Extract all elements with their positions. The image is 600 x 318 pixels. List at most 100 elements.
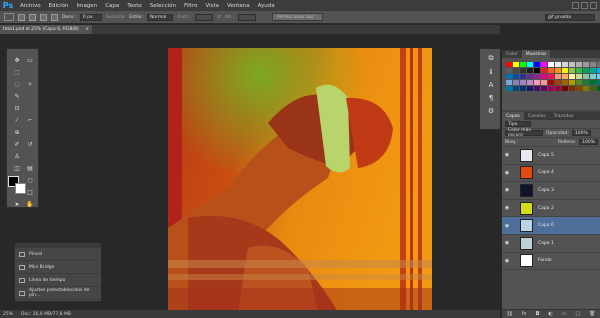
swatch[interactable]	[583, 86, 589, 91]
layer-row[interactable]: ◉ Fondo	[502, 253, 600, 271]
menu-edicion[interactable]: Edición	[45, 3, 73, 9]
swatch[interactable]	[506, 86, 512, 91]
document-tab[interactable]: foto1.psd al 25% (Capa 6, RGB/8) ×	[0, 25, 92, 34]
character-panel-icon[interactable]: A	[485, 79, 497, 90]
visibility-eye-icon[interactable]: ◉	[502, 223, 512, 229]
menu-filtro[interactable]: Filtro	[180, 3, 201, 9]
swatch[interactable]	[534, 86, 540, 91]
swatch[interactable]	[506, 80, 512, 85]
swatch[interactable]	[569, 62, 575, 67]
swatch[interactable]	[576, 68, 582, 73]
swatch[interactable]	[548, 86, 554, 91]
swatch[interactable]	[527, 86, 533, 91]
eraser-tool-icon[interactable]: ◫	[11, 163, 23, 174]
close-window-icon[interactable]	[590, 2, 597, 9]
swatch[interactable]	[534, 62, 540, 67]
document-canvas[interactable]	[168, 48, 432, 312]
swatch[interactable]	[548, 62, 554, 67]
swatch[interactable]	[513, 86, 519, 91]
swatch[interactable]	[527, 74, 533, 79]
swatch[interactable]	[555, 80, 561, 85]
style-select[interactable]: Normal	[146, 13, 173, 21]
swatch[interactable]	[541, 62, 547, 67]
swatch[interactable]	[555, 74, 561, 79]
swatch[interactable]	[583, 80, 589, 85]
swatch[interactable]	[520, 74, 526, 79]
timeline-button[interactable]: Línea de tiempo	[15, 274, 101, 287]
marquee-tool-preset-icon[interactable]	[4, 13, 14, 21]
layer-name[interactable]: Capa 4	[538, 170, 554, 175]
swatch[interactable]	[576, 62, 582, 67]
adjustments-panel-icon[interactable]: ⚙	[485, 105, 497, 116]
zoom-level[interactable]: 25%	[3, 312, 13, 317]
trash-icon[interactable]: 🗑	[589, 311, 595, 317]
properties-panel-icon[interactable]: ℹ	[485, 66, 497, 77]
swatch[interactable]	[590, 74, 596, 79]
tab-channels[interactable]: Canales	[524, 112, 550, 120]
quick-select-tool-icon[interactable]: ✎	[11, 91, 23, 102]
visibility-eye-icon[interactable]: ◉	[502, 187, 512, 193]
brush-presets-button[interactable]: Ajustes preestablecidos de pin...	[15, 287, 101, 300]
intersect-selection-icon[interactable]	[51, 13, 58, 21]
hand-tool-icon[interactable]: ✋	[24, 199, 36, 210]
adjustment-icon[interactable]: ◐	[548, 311, 552, 317]
layer-row[interactable]: ◉ Capa 5	[502, 147, 600, 165]
swatch[interactable]	[527, 80, 533, 85]
lasso-tool-icon[interactable]: ◌	[11, 79, 23, 90]
swatch[interactable]	[590, 86, 596, 91]
new-selection-icon[interactable]	[18, 13, 25, 21]
refine-edge-button[interactable]: Perfeccionar bor...	[271, 13, 323, 21]
swatch[interactable]	[520, 62, 526, 67]
swatch[interactable]	[541, 74, 547, 79]
link-icon[interactable]: ⛓	[506, 311, 512, 317]
swatch[interactable]	[562, 74, 568, 79]
menu-seleccion[interactable]: Selección	[146, 3, 180, 9]
ruler-tool-icon[interactable]: ⌐	[24, 115, 36, 126]
swatch[interactable]	[548, 80, 554, 85]
healing-brush-tool-icon[interactable]: ⊕	[11, 127, 23, 138]
smooth-checkbox-label[interactable]: Suavizar	[106, 15, 125, 20]
swatch[interactable]	[569, 80, 575, 85]
layer-row[interactable]: ◉ Capa 1	[502, 235, 600, 253]
swatch[interactable]	[562, 80, 568, 85]
swatch[interactable]	[569, 86, 575, 91]
swatch[interactable]	[590, 62, 596, 67]
feather-input[interactable]: 0 px	[79, 13, 102, 21]
tab-layers[interactable]: Capas	[502, 112, 524, 120]
swatch[interactable]	[534, 68, 540, 73]
layer-kind-filter[interactable]: Tipo	[505, 121, 531, 127]
tab-paths[interactable]: Trazados	[550, 112, 578, 120]
crop-tool-icon[interactable]: ⊡	[11, 103, 23, 114]
menu-ventana[interactable]: Ventana	[223, 3, 254, 9]
layer-name[interactable]: Capa 6	[538, 223, 554, 228]
mask-icon[interactable]: ◘	[535, 311, 539, 317]
swatch[interactable]	[548, 74, 554, 79]
new-layer-icon[interactable]: ▢	[575, 311, 580, 317]
minimize-icon[interactable]	[572, 2, 579, 9]
swatch[interactable]	[506, 74, 512, 79]
menu-capa[interactable]: Capa	[101, 3, 123, 9]
swatch[interactable]	[555, 86, 561, 91]
tab-swatches[interactable]: Muestras	[521, 50, 551, 58]
layer-row[interactable]: ◉ Capa 2	[502, 200, 600, 218]
swatch[interactable]	[562, 68, 568, 73]
swatch[interactable]	[506, 68, 512, 73]
menu-texto[interactable]: Texto	[123, 3, 146, 9]
swatch[interactable]	[541, 80, 547, 85]
history-brush-tool-icon[interactable]: ↺	[24, 139, 36, 150]
swatch[interactable]	[506, 62, 512, 67]
swatch[interactable]	[513, 68, 519, 73]
swatch[interactable]	[520, 68, 526, 73]
swatch[interactable]	[576, 74, 582, 79]
layer-name[interactable]: Capa 2	[538, 206, 554, 211]
swatch[interactable]	[513, 74, 519, 79]
visibility-eye-icon[interactable]: ◉	[502, 258, 512, 264]
width-input[interactable]	[195, 13, 214, 21]
height-input[interactable]	[237, 13, 256, 21]
eyedropper-tool-icon[interactable]: ⁄	[11, 115, 23, 126]
artboard-tool-icon[interactable]: ▭	[24, 55, 36, 66]
close-tab-icon[interactable]: ×	[85, 27, 89, 32]
fill-input[interactable]: 100%	[579, 139, 598, 145]
visibility-eye-icon[interactable]: ◉	[502, 205, 512, 211]
background-color-swatch[interactable]	[15, 183, 26, 194]
